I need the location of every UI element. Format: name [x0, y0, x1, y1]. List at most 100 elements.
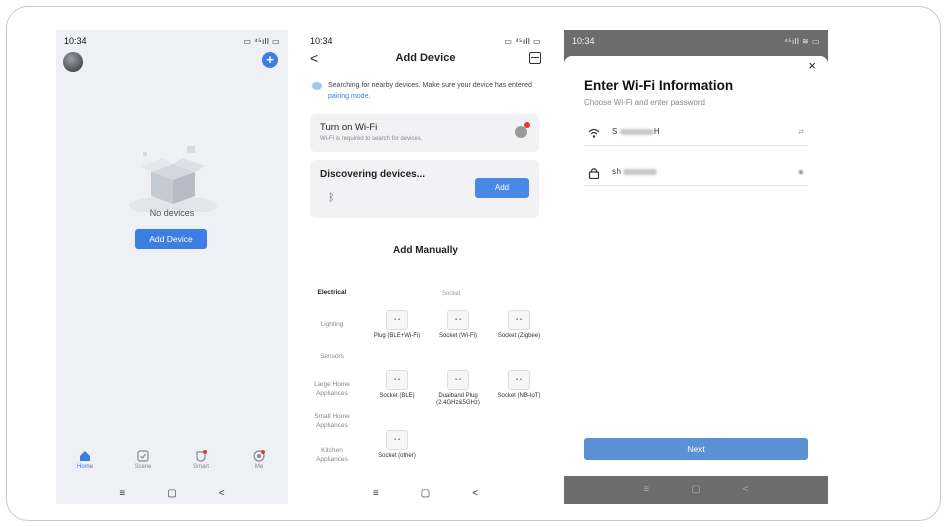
device-item[interactable]: ▪ ▪ Plug (BLE+Wi-Fi): [368, 310, 426, 340]
radar-icon: [312, 82, 322, 90]
me-icon: [253, 450, 265, 462]
device-item-label: Plug (BLE+Wi-Fi): [373, 333, 421, 339]
status-bar: 10:34 ▭ ⁴⁵ıll ▭: [64, 34, 280, 48]
device-item-label: Dualband Plug (2.4GHz&5GHz): [436, 393, 480, 406]
page-title: Add Device: [395, 52, 456, 64]
bluetooth-icon: ᛒ: [328, 192, 335, 204]
avatar[interactable]: [63, 52, 83, 72]
category-kitchen-appliances[interactable]: Kitchen Appliances: [306, 446, 358, 464]
add-device-button[interactable]: Add Device: [135, 229, 207, 249]
search-notice-text: Searching for nearby devices. Make sure …: [328, 82, 532, 89]
close-icon[interactable]: ×: [808, 58, 816, 73]
password-prefix: sh: [612, 167, 622, 176]
wifi-info-screen: 10:34 ⁴⁵ıll ≋ ▭ × Enter Wi-Fi Informatio…: [564, 30, 828, 504]
home-nav-button[interactable]: ▢: [167, 488, 176, 499]
home-screen: 10:34 ▭ ⁴⁵ıll ▭ + No devices Add Device …: [56, 30, 288, 504]
wifi-sheet: × Enter Wi-Fi Information Choose Wi-Fi a…: [564, 56, 828, 476]
menu-nav-button[interactable]: ≡: [643, 484, 649, 495]
add-manually-heading: Add Manually: [392, 245, 458, 256]
bottom-tab-bar: Home Scene Smart Me: [56, 450, 288, 480]
lock-icon: [588, 168, 600, 179]
search-notice-end: .: [368, 93, 371, 100]
home-nav-button[interactable]: ▢: [421, 488, 430, 499]
device-item[interactable]: ▪ ▪ Socket (NB-IoT): [490, 370, 548, 400]
status-indicators: ▭ ⁴⁵ıll ▭: [504, 36, 541, 46]
tab-scene[interactable]: Scene: [123, 450, 163, 480]
add-icon[interactable]: +: [262, 52, 278, 68]
switch-network-icon[interactable]: ⇄: [798, 128, 804, 136]
menu-nav-button[interactable]: ≡: [373, 488, 379, 499]
device-item[interactable]: ▪ ▪ Socket (Zigbee): [490, 310, 548, 340]
system-nav-bar: ≡ ▢ <: [56, 484, 288, 502]
pairing-mode-link[interactable]: pairing mode: [328, 93, 368, 100]
device-item-label: Socket (other): [378, 453, 416, 459]
device-item-label: Socket (NB-IoT): [497, 393, 541, 399]
status-indicators: ▭ ⁴⁵ıll ▭: [243, 36, 280, 46]
category-sensors[interactable]: Sensors: [306, 352, 358, 361]
back-nav-button[interactable]: <: [743, 484, 749, 495]
wifi-ssid-field[interactable]: SH ⇄: [584, 120, 808, 146]
add-discovered-button[interactable]: Add: [475, 178, 529, 198]
socket-icon: ▪ ▪: [386, 430, 408, 450]
wifi-card[interactable]: Turn on Wi-Fi Wi-Fi is required to searc…: [310, 114, 539, 152]
redacted-text: [619, 128, 654, 135]
device-item-label: Socket (Wi-Fi): [439, 333, 477, 339]
device-item[interactable]: ▪ ▪ Dualband Plug (2.4GHz&5GHz): [429, 370, 487, 407]
tab-me[interactable]: Me: [239, 450, 279, 480]
status-bar: 10:34 ⁴⁵ıll ≋ ▭: [572, 34, 820, 48]
header: < Add Device: [302, 50, 549, 68]
sheet-subtitle: Choose Wi-Fi and enter password: [584, 98, 705, 107]
discovering-title: Discovering devices...: [320, 169, 426, 180]
eye-icon[interactable]: ◉: [798, 168, 804, 176]
socket-icon: ▪ ▪: [386, 370, 408, 390]
wifi-password-value: sh: [612, 167, 658, 176]
redacted-text: [623, 168, 658, 175]
tab-smart[interactable]: Smart: [181, 450, 221, 480]
status-bar: 10:34 ▭ ⁴⁵ıll ▭: [310, 34, 541, 48]
discovering-card: Discovering devices... ᛒ Add: [310, 160, 539, 218]
tab-label: Scene: [134, 464, 152, 470]
search-notice: Searching for nearby devices. Make sure …: [310, 80, 539, 102]
home-nav-button[interactable]: ▢: [691, 484, 700, 495]
wifi-toggle-icon[interactable]: [515, 122, 530, 138]
socket-icon: ▪ ▪: [447, 310, 469, 330]
socket-icon: ▪ ▪: [447, 370, 469, 390]
socket-icon: ▪ ▪: [508, 310, 530, 330]
device-item-label: Socket (BLE): [379, 393, 415, 399]
wifi-card-subtitle: Wi-Fi is required to search for devices.: [320, 136, 423, 142]
category-electrical[interactable]: Electrical: [306, 288, 358, 297]
back-nav-button[interactable]: <: [219, 488, 225, 499]
device-item[interactable]: ▪ ▪ Socket (BLE): [368, 370, 426, 400]
wifi-card-title: Turn on Wi-Fi: [320, 122, 378, 133]
device-item[interactable]: ▪ ▪ Socket (other): [368, 430, 426, 460]
empty-state-text: No devices: [149, 208, 195, 218]
category-small-home-appliances[interactable]: Small Home Appliances: [306, 412, 358, 430]
smart-icon: [196, 450, 207, 462]
ssid-suffix: H: [653, 127, 661, 136]
sheet-title: Enter Wi-Fi Information: [584, 78, 734, 93]
wifi-ssid-value: SH: [612, 127, 660, 136]
wifi-icon: [588, 128, 600, 138]
scan-icon[interactable]: [529, 52, 541, 64]
status-indicators: ⁴⁵ıll ≋ ▭: [784, 36, 820, 46]
tab-label: Me: [254, 464, 264, 470]
status-time: 10:34: [572, 36, 595, 46]
back-nav-button[interactable]: <: [472, 488, 478, 499]
socket-icon: ▪ ▪: [508, 370, 530, 390]
tab-label: Smart: [192, 464, 209, 470]
scene-icon: [137, 450, 149, 462]
ssid-prefix: S: [612, 127, 618, 136]
status-time: 10:34: [310, 36, 333, 46]
category-lighting[interactable]: Lighting: [306, 320, 358, 329]
next-button[interactable]: Next: [584, 438, 808, 460]
device-item-label: Socket (Zigbee): [497, 333, 541, 339]
system-nav-bar: ≡ ▢ <: [564, 480, 828, 498]
tab-label: Home: [76, 464, 93, 470]
tab-home[interactable]: Home: [65, 450, 105, 480]
wifi-password-field[interactable]: sh ◉: [584, 160, 808, 186]
category-large-home-appliances[interactable]: Large Home Appliances: [306, 380, 358, 398]
device-item[interactable]: ▪ ▪ Socket (Wi-Fi): [429, 310, 487, 340]
socket-icon: ▪ ▪: [386, 310, 408, 330]
subcategory-title: Socket: [442, 291, 461, 297]
menu-nav-button[interactable]: ≡: [119, 488, 125, 499]
